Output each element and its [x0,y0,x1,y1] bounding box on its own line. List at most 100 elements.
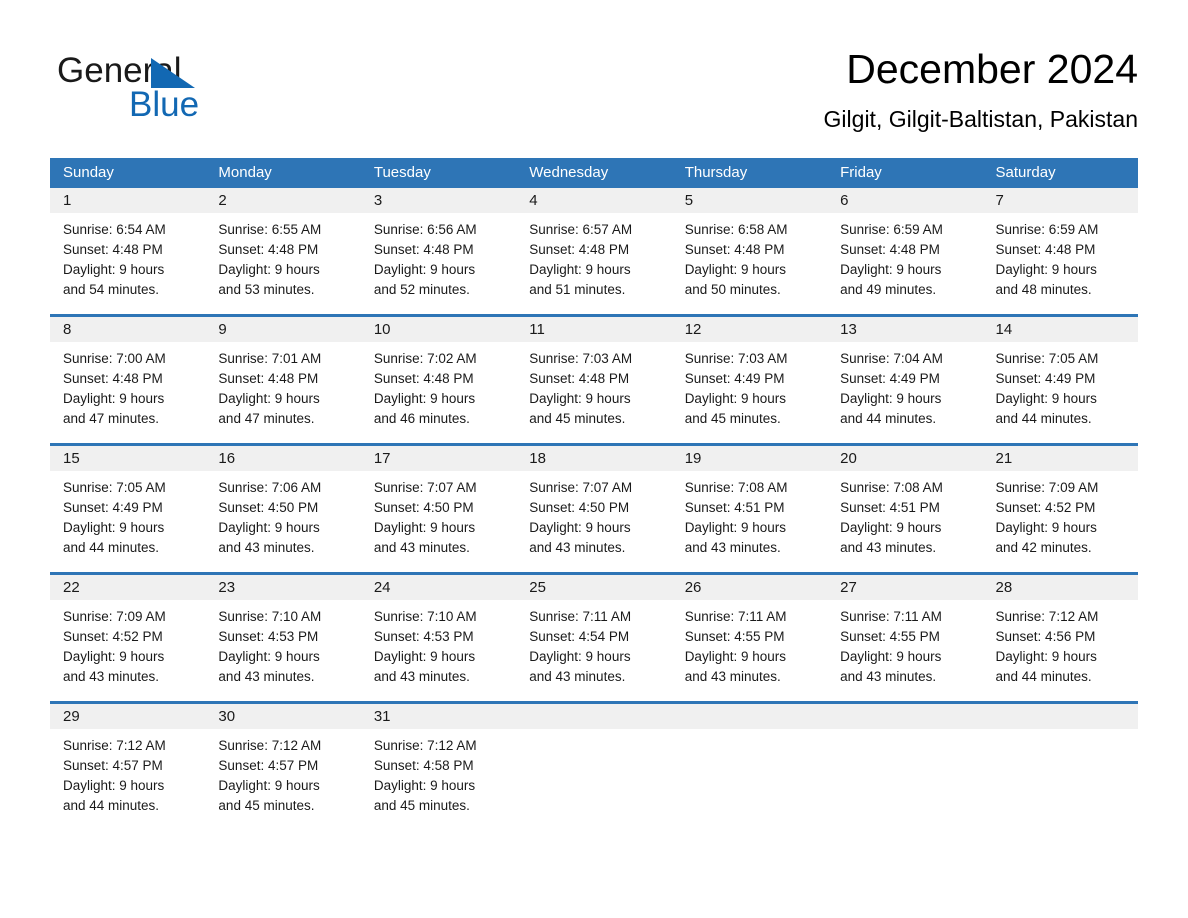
day-cell[interactable]: Sunrise: 7:03 AM Sunset: 4:48 PM Daylight:… [516,342,671,426]
day-cell[interactable]: Sunrise: 7:05 AM Sunset: 4:49 PM Daylight:… [983,342,1138,426]
daylight-text-line1: Daylight: 9 hours [840,520,942,535]
sunset-text: Sunset: 4:52 PM [63,629,163,644]
day-number[interactable]: 27 [827,575,982,600]
weekday-header-thursday: Thursday [684,164,748,181]
weeks-container: 1 2 3 4 5 6 7 Sunrise: 6:54 AM Sunset: 4:48 PM Da… [50,188,1138,813]
day-number[interactable]: 5 [672,188,827,213]
day-number[interactable]: 28 [983,575,1138,600]
day-detail-band: Sunrise: 6:54 AM Sunset: 4:48 PM Daylight:… [50,213,1138,297]
day-number[interactable]: 30 [205,704,360,729]
day-number[interactable]: 21 [983,446,1138,471]
day-cell[interactable]: Sunrise: 7:07 AM Sunset: 4:50 PM Daylight:… [516,471,671,555]
weekday-header-tuesday: Tuesday [373,164,431,181]
sunrise-text: Sunrise: 7:05 AM [63,480,166,495]
weekday-header-monday: Monday [218,164,272,181]
day-number-empty [827,704,982,729]
week-gap [50,297,1138,314]
day-number[interactable]: 14 [983,317,1138,342]
day-number[interactable]: 13 [827,317,982,342]
day-cell[interactable]: Sunrise: 7:12 AM Sunset: 4:56 PM Daylight:… [983,600,1138,684]
day-number[interactable]: 11 [516,317,671,342]
day-number[interactable]: 19 [672,446,827,471]
daylight-text-line1: Daylight: 9 hours [840,262,942,277]
sunset-text: Sunset: 4:49 PM [684,371,785,386]
day-cell[interactable]: Sunrise: 7:00 AM Sunset: 4:48 PM Daylight:… [50,342,205,426]
day-cell[interactable]: Sunrise: 7:09 AM Sunset: 4:52 PM Daylight:… [50,600,205,684]
day-number[interactable]: 2 [205,188,360,213]
day-number[interactable]: 15 [50,446,205,471]
page-title: December 2024 [846,46,1138,92]
day-cell[interactable]: Sunrise: 7:07 AM Sunset: 4:50 PM Daylight:… [361,471,516,555]
sunrise-text: Sunrise: 7:10 AM [373,609,477,624]
sunset-text: Sunset: 4:48 PM [840,242,940,257]
weekday-header-sunday: Sunday [63,164,114,181]
day-number[interactable]: 25 [516,575,671,600]
day-cell[interactable]: Sunrise: 7:08 AM Sunset: 4:51 PM Daylight:… [672,471,827,555]
daylight-text-line2: and 45 minutes. [218,798,315,813]
day-cell[interactable]: Sunrise: 7:12 AM Sunset: 4:58 PM Daylight:… [361,729,516,813]
day-cell[interactable]: Sunrise: 7:10 AM Sunset: 4:53 PM Daylight:… [205,600,360,684]
daylight-text-line1: Daylight: 9 hours [684,391,786,406]
day-number[interactable]: 29 [50,704,205,729]
title-block: December 2024 Gilgit, Gilgit-Baltistan, … [824,44,1138,134]
day-cell[interactable]: Sunrise: 7:02 AM Sunset: 4:48 PM Daylight:… [361,342,516,426]
day-cell[interactable]: Sunrise: 7:04 AM Sunset: 4:49 PM Daylight:… [827,342,982,426]
sunset-text: Sunset: 4:51 PM [684,500,785,515]
day-cell[interactable]: Sunrise: 6:55 AM Sunset: 4:48 PM Daylight:… [205,213,360,297]
day-cell[interactable]: Sunrise: 7:05 AM Sunset: 4:49 PM Daylight:… [50,471,205,555]
day-number[interactable]: 4 [516,188,671,213]
daylight-text-line1: Daylight: 9 hours [63,520,165,535]
day-cell[interactable]: Sunrise: 7:12 AM Sunset: 4:57 PM Daylight:… [50,729,205,813]
daylight-text-line1: Daylight: 9 hours [995,262,1097,277]
day-cell[interactable]: Sunrise: 7:08 AM Sunset: 4:51 PM Daylight:… [827,471,982,555]
day-number[interactable]: 3 [361,188,516,213]
sunset-text: Sunset: 4:49 PM [995,371,1096,386]
day-number[interactable]: 12 [672,317,827,342]
sunset-text: Sunset: 4:51 PM [840,500,940,515]
day-cell[interactable]: Sunrise: 6:54 AM Sunset: 4:48 PM Daylight:… [50,213,205,297]
page-header: General Blue December 2024 Gilgit, Gilgi… [0,44,1188,144]
day-number[interactable]: 1 [50,188,205,213]
day-number[interactable]: 17 [361,446,516,471]
week-row: 29 30 31 Sunrise: 7:12 AM Sunset: 4:57 PM Day… [50,684,1138,813]
weekday-header-friday: Friday [840,164,882,181]
day-number[interactable]: 24 [361,575,516,600]
week-gap [50,684,1138,701]
day-number[interactable]: 16 [205,446,360,471]
day-number[interactable]: 18 [516,446,671,471]
daylight-text-line1: Daylight: 9 hours [218,649,320,664]
sunrise-text: Sunrise: 6:56 AM [373,222,477,237]
day-cell[interactable]: Sunrise: 7:11 AM Sunset: 4:54 PM Daylight:… [516,600,671,684]
day-number[interactable]: 7 [983,188,1138,213]
day-number[interactable]: 31 [361,704,516,729]
day-number-band: 15 16 17 18 19 20 21 [50,446,1138,471]
day-cell[interactable]: Sunrise: 7:06 AM Sunset: 4:50 PM Daylight:… [205,471,360,555]
day-cell[interactable]: Sunrise: 6:59 AM Sunset: 4:48 PM Daylight:… [827,213,982,297]
day-cell[interactable]: Sunrise: 7:12 AM Sunset: 4:57 PM Daylight:… [205,729,360,813]
day-number[interactable]: 10 [361,317,516,342]
day-cell[interactable]: Sunrise: 7:11 AM Sunset: 4:55 PM Daylight:… [827,600,982,684]
sunset-text: Sunset: 4:55 PM [840,629,940,644]
sunset-text: Sunset: 4:54 PM [529,629,630,644]
day-cell[interactable]: Sunrise: 6:57 AM Sunset: 4:48 PM Daylight:… [516,213,671,297]
day-cell[interactable]: Sunrise: 7:01 AM Sunset: 4:48 PM Daylight:… [205,342,360,426]
day-number[interactable]: 26 [672,575,827,600]
day-number[interactable]: 6 [827,188,982,213]
day-number[interactable]: 8 [50,317,205,342]
daylight-text-line1: Daylight: 9 hours [995,391,1097,406]
daylight-text-line1: Daylight: 9 hours [373,649,476,664]
day-number[interactable]: 22 [50,575,205,600]
day-cell[interactable]: Sunrise: 7:11 AM Sunset: 4:55 PM Daylight:… [672,600,827,684]
day-cell[interactable]: Sunrise: 7:03 AM Sunset: 4:49 PM Daylight:… [672,342,827,426]
day-number[interactable]: 9 [205,317,360,342]
day-cell[interactable]: Sunrise: 6:56 AM Sunset: 4:48 PM Daylight:… [361,213,516,297]
day-number[interactable]: 23 [205,575,360,600]
day-cell[interactable]: Sunrise: 7:09 AM Sunset: 4:52 PM Daylight:… [983,471,1138,555]
sunrise-text: Sunrise: 7:11 AM [529,609,632,624]
day-cell[interactable]: Sunrise: 7:10 AM Sunset: 4:53 PM Daylight:… [361,600,516,684]
day-cell[interactable]: Sunrise: 6:59 AM Sunset: 4:48 PM Daylight:… [983,213,1138,297]
day-cell[interactable]: Sunrise: 6:58 AM Sunset: 4:48 PM Daylight:… [672,213,827,297]
sunrise-text: Sunrise: 7:03 AM [529,351,633,366]
day-number[interactable]: 20 [827,446,982,471]
triangle-logo-icon [151,58,195,88]
